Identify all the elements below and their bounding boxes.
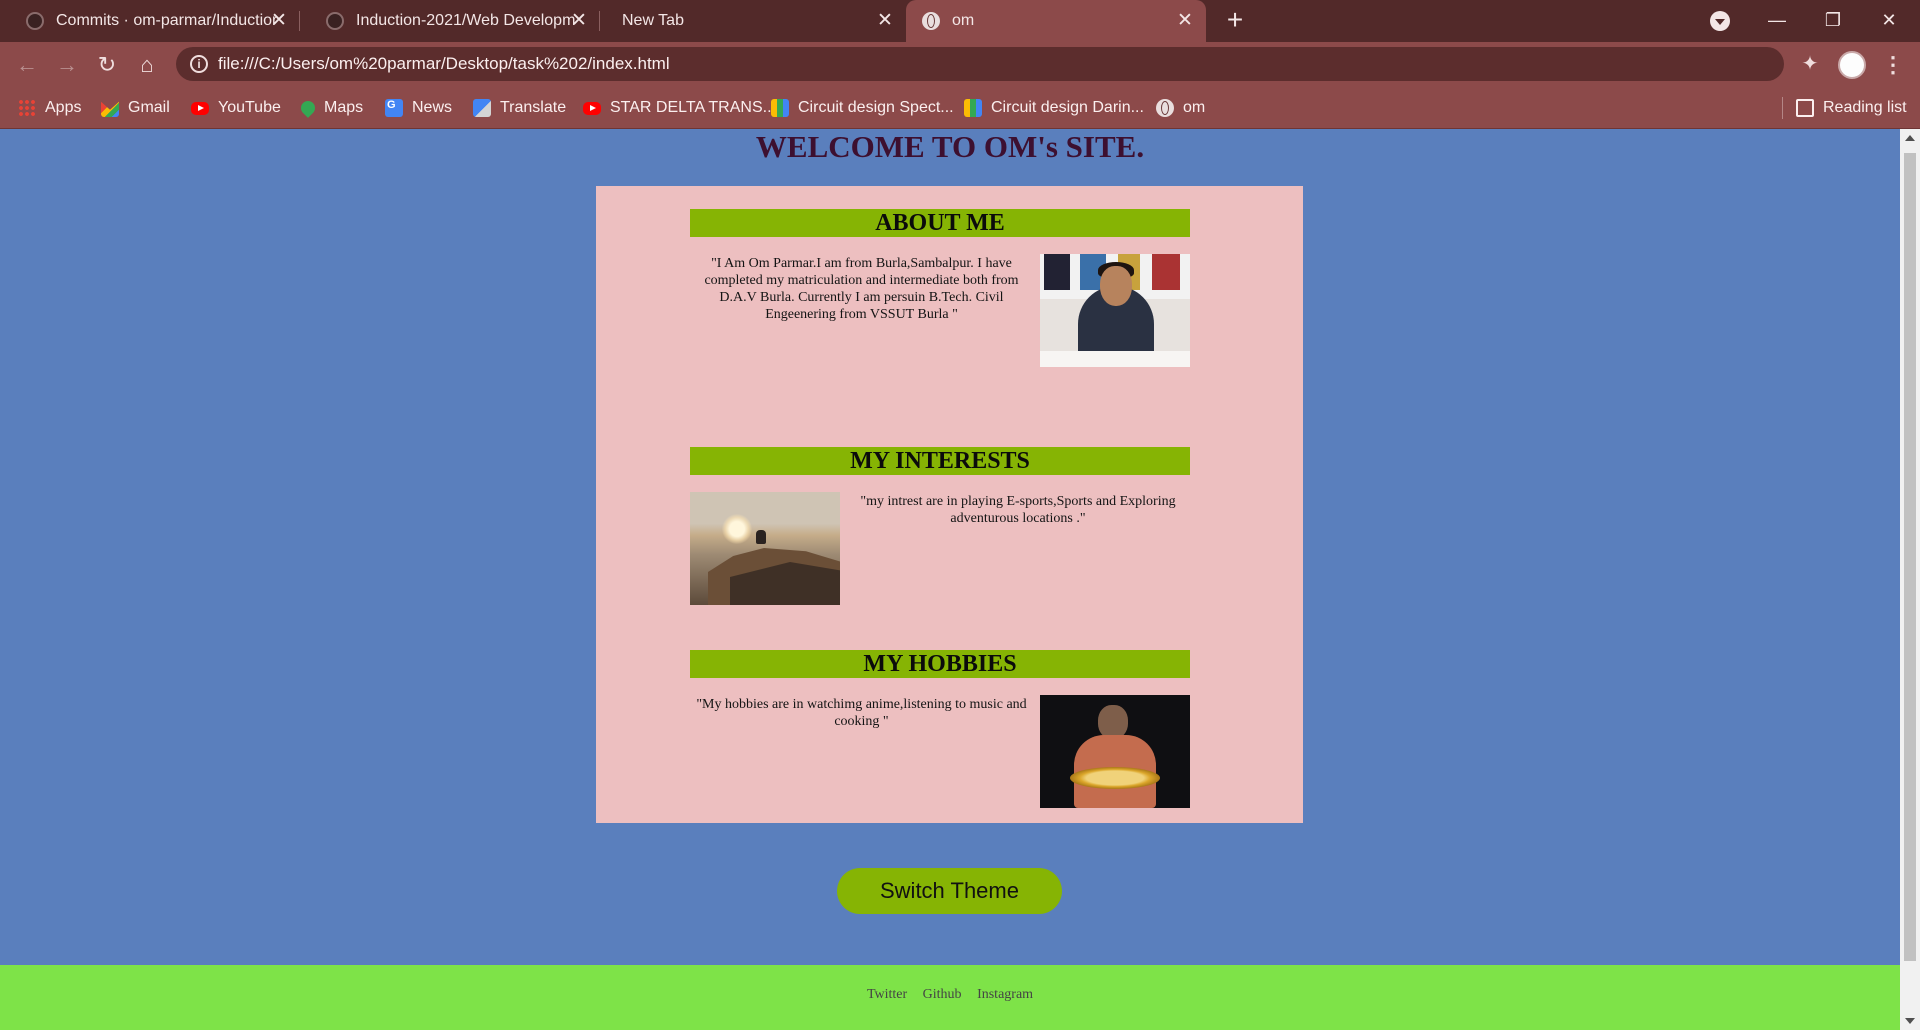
reading-list-button[interactable]: Reading list	[1796, 87, 1907, 129]
photo-detail	[1098, 705, 1128, 739]
about-heading: ABOUT ME	[690, 209, 1190, 237]
reading-list-label: Reading list	[1823, 99, 1907, 116]
tab-title: Commits · om-parmar/Induction	[56, 12, 276, 29]
menu-dots-icon[interactable]: ⋮	[1882, 50, 1904, 80]
back-arrow-icon[interactable]: ←	[12, 50, 42, 80]
close-icon[interactable]: ✕	[874, 10, 896, 32]
tab-search-icon[interactable]	[1710, 11, 1730, 31]
twitter-link[interactable]: Twitter	[867, 987, 907, 1002]
hobbies-heading: MY HOBBIES	[690, 650, 1190, 678]
instagram-link[interactable]: Instagram	[977, 987, 1033, 1002]
tab-strip: Commits · om-parmar/Induction ✕ Inductio…	[0, 0, 1920, 42]
github-icon	[326, 12, 344, 30]
bookmark-label: Circuit design Darin...	[991, 99, 1144, 116]
github-link[interactable]: Github	[923, 987, 962, 1002]
translate-icon	[473, 99, 491, 117]
photo-detail	[1070, 767, 1160, 789]
circuit-icon	[964, 99, 982, 117]
bookmark-youtube[interactable]: YouTube	[191, 87, 281, 129]
profile-avatar[interactable]	[1838, 51, 1866, 79]
bookmark-translate[interactable]: Translate	[473, 87, 566, 129]
footer-links: Twitter Github Instagram	[0, 965, 1900, 1003]
tab-new-tab[interactable]: New Tab ✕	[600, 0, 906, 42]
scroll-down-arrow-icon[interactable]	[1905, 1018, 1915, 1024]
bookmark-om[interactable]: om	[1156, 87, 1205, 129]
tab-induction[interactable]: Induction-2021/Web Developme ✕	[300, 0, 600, 42]
bookmark-circuit-darin[interactable]: Circuit design Darin...	[964, 87, 1144, 129]
photo-detail	[1100, 266, 1132, 306]
footer: Twitter Github Instagram	[0, 965, 1900, 1030]
restore-button[interactable]: ❐	[1818, 6, 1848, 34]
bookmark-label: Apps	[45, 99, 82, 116]
switch-theme-button[interactable]: Switch Theme	[837, 868, 1062, 914]
github-icon	[26, 12, 44, 30]
globe-icon	[922, 12, 940, 30]
forward-arrow-icon[interactable]: →	[52, 50, 82, 80]
close-icon[interactable]: ✕	[1174, 10, 1196, 32]
bookmark-circuit-spect[interactable]: Circuit design Spect...	[771, 87, 954, 129]
tab-om[interactable]: om ✕	[906, 0, 1206, 42]
page-viewport: WELCOME TO OM's SITE. ABOUT ME "I Am Om …	[0, 129, 1900, 1030]
bookmark-star-delta[interactable]: STAR DELTA TRANS...	[583, 87, 776, 129]
bookmark-label: STAR DELTA TRANS...	[610, 99, 776, 116]
hobbies-text: "My hobbies are in watchimg anime,listen…	[696, 697, 1027, 729]
interests-photo	[690, 492, 840, 605]
bookmark-label: om	[1183, 99, 1206, 116]
profile-photo	[1040, 254, 1190, 367]
photo-detail	[756, 530, 766, 544]
photo-detail	[1040, 351, 1190, 367]
maps-icon	[298, 98, 318, 118]
youtube-icon	[583, 101, 601, 115]
bookmark-label: YouTube	[218, 99, 281, 116]
bookmark-gmail[interactable]: Gmail	[101, 87, 170, 129]
address-bar[interactable]: i file:///C:/Users/om%20parmar/Desktop/t…	[176, 47, 1784, 81]
home-icon[interactable]: ⌂	[132, 50, 162, 80]
about-text: "I Am Om Parmar.I am from Burla,Sambalpu…	[704, 256, 1019, 322]
new-tab-button[interactable]: +	[1220, 6, 1250, 36]
photo-detail	[722, 514, 752, 544]
interests-text: "my intrest are in playing E-sports,Spor…	[860, 494, 1176, 526]
bookmark-label: News	[412, 99, 453, 116]
extensions-puzzle-icon[interactable]: ✦	[1798, 52, 1822, 76]
gmail-icon	[101, 101, 119, 117]
tab-commits[interactable]: Commits · om-parmar/Induction ✕	[0, 0, 300, 42]
bookmarks-bar: Apps Gmail YouTube Maps News Translate S…	[0, 87, 1920, 129]
browser-toolbar: ← → ↻ ⌂ i file:///C:/Users/om%20parmar/D…	[0, 42, 1920, 87]
bookmark-apps[interactable]: Apps	[18, 87, 81, 129]
url-text[interactable]: file:///C:/Users/om%20parmar/Desktop/tas…	[218, 54, 670, 74]
bookmarks-divider	[1782, 97, 1783, 119]
youtube-icon	[191, 101, 209, 115]
info-icon[interactable]: i	[190, 55, 208, 73]
bookmark-label: Maps	[324, 99, 364, 116]
bookmark-news[interactable]: News	[385, 87, 452, 129]
scroll-up-arrow-icon[interactable]	[1905, 135, 1915, 141]
globe-icon	[1156, 99, 1174, 117]
interests-heading: MY INTERESTS	[690, 447, 1190, 475]
circuit-icon	[771, 99, 789, 117]
scroll-thumb[interactable]	[1904, 153, 1916, 961]
tab-title: Induction-2021/Web Developme	[356, 12, 576, 29]
bookmark-label: Gmail	[128, 99, 170, 116]
tab-title: om	[952, 12, 975, 29]
bookmark-label: Circuit design Spect...	[798, 99, 954, 116]
tab-title: New Tab	[622, 12, 684, 29]
close-window-button[interactable]: ✕	[1874, 6, 1904, 34]
vertical-scrollbar[interactable]	[1900, 129, 1920, 1030]
apps-grid-icon	[18, 99, 36, 117]
reload-icon[interactable]: ↻	[92, 50, 122, 80]
news-icon	[385, 99, 403, 117]
page-title: WELCOME TO OM's SITE.	[755, 129, 1145, 164]
close-icon[interactable]: ✕	[268, 10, 290, 32]
bookmark-maps[interactable]: Maps	[298, 87, 364, 129]
content-card: ABOUT ME "I Am Om Parmar.I am from Burla…	[596, 186, 1303, 823]
reading-list-icon	[1796, 99, 1814, 117]
minimize-button[interactable]: —	[1762, 6, 1792, 34]
hobbies-photo	[1040, 695, 1190, 808]
bookmark-label: Translate	[500, 99, 567, 116]
close-icon[interactable]: ✕	[568, 10, 590, 32]
